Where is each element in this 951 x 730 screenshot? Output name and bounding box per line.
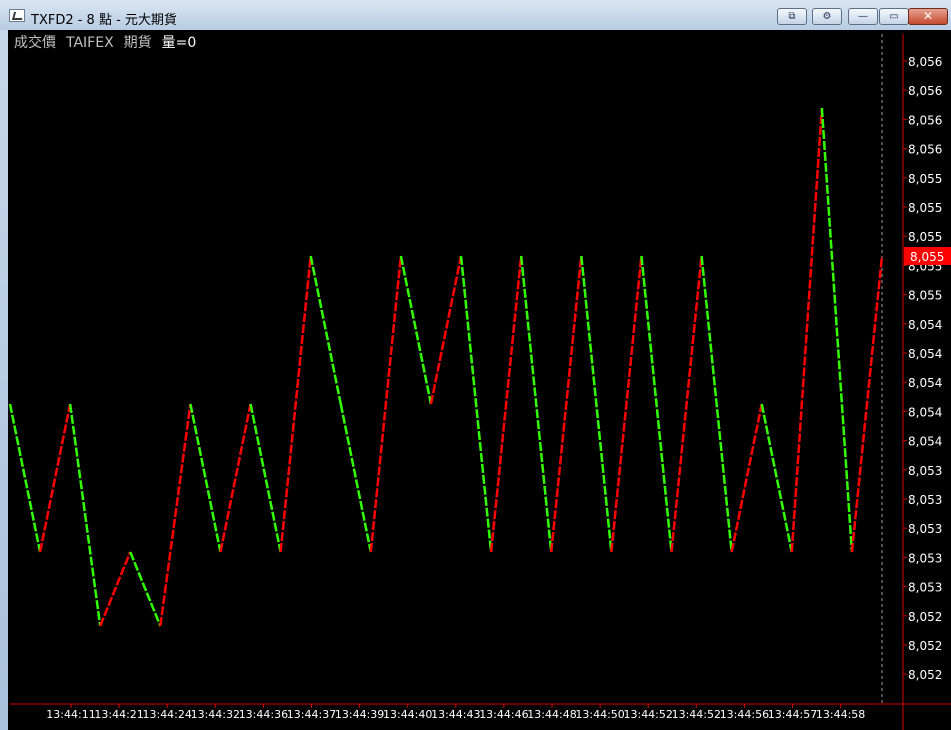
price-segment-down [309,255,342,405]
current-price-label: 8,055 [910,250,944,264]
price-segment-up [610,255,643,553]
x-tick-label: 13:44:46 [479,708,528,721]
y-tick-label: 8,052 [908,610,942,624]
price-segment-up [369,255,403,553]
price-segment-down [8,403,42,553]
y-tick-label: 8,053 [908,493,942,507]
price-segment-down [189,403,222,553]
price-segment-up [790,107,824,553]
price-segment-down [249,403,282,553]
x-tick-label: 13:44:58 [816,708,865,721]
y-tick-label: 8,052 [908,639,942,653]
price-segment-down [760,403,794,553]
y-tick-label: 8,054 [908,376,942,390]
price-segment-down [399,255,433,405]
y-tick-label: 8,053 [908,581,942,595]
price-segment-up [279,255,312,553]
y-tick-label: 8,056 [908,55,942,69]
x-tick-label: 13:44:11 [46,708,95,721]
y-tick-label: 8,054 [908,435,942,449]
price-segment-down [129,551,162,627]
price-segment-down [700,255,733,553]
price-segment-up [99,551,132,627]
price-segment-down [459,255,493,553]
price-segment-up [429,255,463,405]
x-tick-label: 13:44:52 [623,708,672,721]
x-tick-label: 13:44:56 [720,708,769,721]
price-segment-down [820,107,854,553]
x-tick-label: 13:44:52 [672,708,721,721]
price-chart-svg: 8,056 8,056 8,056 8,056 8,055 8,055 8,055 8,055… [8,34,951,730]
x-tick-label: 13:44:48 [527,708,576,721]
x-tick-label: 13:44:36 [239,708,288,721]
price-segment-up [730,403,763,553]
price-segment-down [640,255,673,553]
price-segment-up [489,255,523,553]
x-tick-label: 13:44:40 [383,708,432,721]
x-tick-label: 13:44:37 [287,708,336,721]
y-tick-label: 8,055 [908,172,942,186]
y-tick-label: 8,055 [908,201,942,215]
price-segment-up [38,403,72,553]
price-segment-up [850,255,884,553]
y-tick-label: 8,054 [908,405,942,419]
x-tick-label: 13:44:21 [94,708,143,721]
y-tick-label: 8,056 [908,113,942,127]
app-window: TXFD2 - 8 點 - 元大期貨 ⧉ ⚙ — ▭ ✕ 成交價 TAIFEX 期貨… [0,0,951,730]
y-tick-label: 8,054 [908,318,942,332]
x-tick-label: 13:44:32 [191,708,240,721]
y-tick-label: 8,053 [908,522,942,536]
price-segment-up [159,403,192,627]
x-tick-label: 13:44:43 [431,708,480,721]
x-tick-label: 13:44:50 [575,708,624,721]
x-tick-label: 13:44:24 [142,708,191,721]
price-segment-up [549,255,583,553]
y-tick-label: 8,056 [908,143,942,157]
price-segment-down [68,403,102,627]
y-tick-label: 8,056 [908,84,942,98]
y-tick-label: 8,055 [908,289,942,303]
y-tick-label: 8,055 [908,230,942,244]
y-tick-label: 8,052 [908,668,942,682]
y-tick-label: 8,054 [908,347,942,361]
price-segment-down [339,403,373,553]
x-tick-label: 13:44:57 [768,708,817,721]
price-segment-down [519,255,553,553]
y-tick-label: 8,053 [908,551,942,565]
y-tick-label: 8,053 [908,464,942,478]
price-segment-down [580,255,613,553]
price-segment-up [219,403,252,553]
x-tick-label: 13:44:39 [335,708,384,721]
price-segment-up [670,255,703,553]
